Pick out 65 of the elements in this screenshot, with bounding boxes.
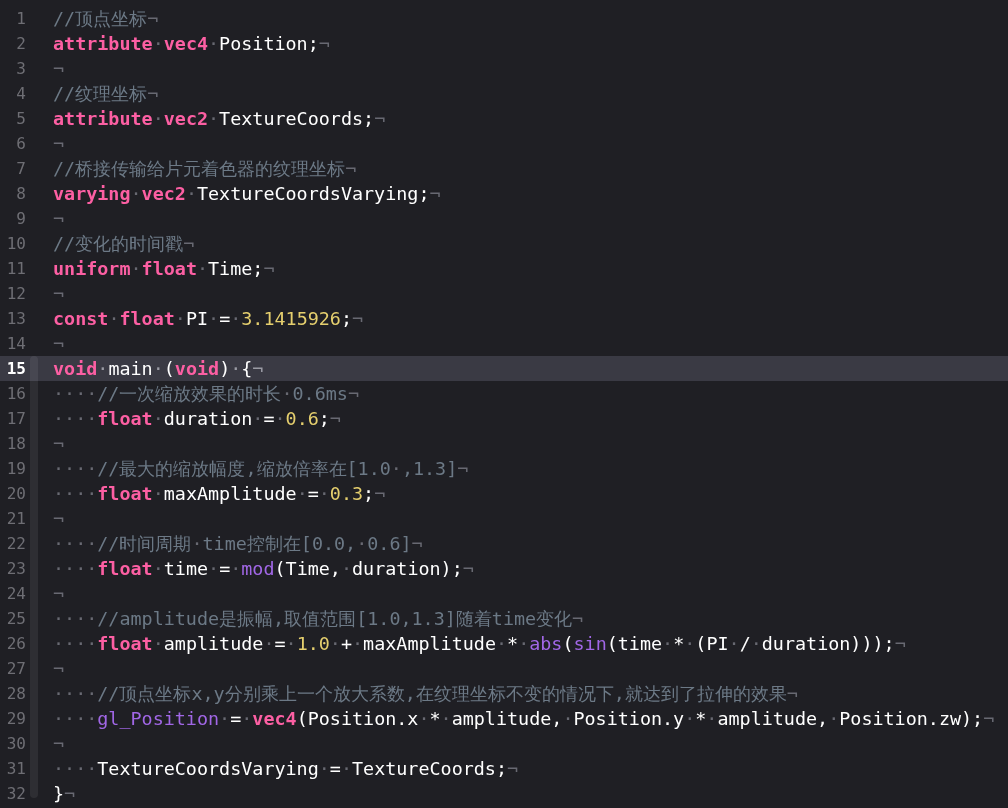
line-number: 19 — [5, 459, 26, 478]
line-number: 7 — [15, 159, 26, 178]
line-number: 31 — [5, 759, 26, 778]
line-number: 10 — [5, 234, 26, 253]
code-line: ¬ — [53, 583, 65, 604]
line-number: 3 — [15, 59, 26, 78]
code-line: ····float·maxAmplitude·=·0.3;¬ — [53, 483, 386, 504]
code-line: ¬ — [53, 433, 65, 454]
line-number: 8 — [15, 184, 26, 203]
code-line: ¬ — [53, 658, 65, 679]
code-line: ····float·duration·=·0.6;¬ — [53, 408, 341, 429]
line-number: 28 — [5, 684, 26, 703]
code-line: varying·vec2·TextureCoordsVarying;¬ — [53, 183, 441, 204]
code-line: ····//一次缩放效果的时长·0.6ms¬ — [53, 382, 359, 406]
code-line: ¬ — [53, 508, 65, 529]
line-number: 26 — [5, 634, 26, 653]
line-number: 16 — [5, 384, 26, 403]
line-number: 18 — [5, 434, 26, 453]
line-number: 1 — [15, 9, 26, 28]
code-line: attribute·vec2·TextureCoords;¬ — [53, 108, 386, 129]
code-line: //桥接传输给片元着色器的纹理坐标¬ — [53, 157, 357, 181]
code-line: ¬ — [53, 133, 65, 154]
line-number: 11 — [5, 259, 26, 278]
code-line: ····//时间周期·time控制在[0.0,·0.6]¬ — [53, 532, 423, 556]
code-line: //顶点坐标¬ — [53, 7, 159, 31]
line-number: 30 — [5, 734, 26, 753]
code-line: ····//amplitude是振幅,取值范围[1.0,1.3]随着time变化¬ — [53, 607, 584, 631]
code-line: ¬ — [53, 208, 65, 229]
line-number: 21 — [5, 509, 26, 528]
code-line: ····TextureCoordsVarying·=·TextureCoords;¬ — [53, 758, 519, 779]
line-number: 4 — [15, 84, 26, 103]
line-number: 24 — [5, 584, 26, 603]
code-line: ····//最大的缩放幅度,缩放倍率在[1.0·,1.3]¬ — [53, 457, 469, 481]
line-number: 2 — [15, 34, 26, 53]
line-number: 12 — [5, 284, 26, 303]
code-line: uniform·float·Time;¬ — [53, 258, 275, 279]
code-line: ····//顶点坐标x,y分别乘上一个放大系数,在纹理坐标不变的情况下,就达到了拉伸的效果¬ — [53, 682, 798, 706]
line-number: 6 — [15, 134, 26, 153]
line-number: 13 — [5, 309, 26, 328]
line-number: 22 — [5, 534, 26, 553]
line-number: 27 — [5, 659, 26, 678]
code-line: //变化的时间戳¬ — [53, 232, 195, 256]
line-number: 23 — [5, 559, 26, 578]
code-line: void·main·(void)·{¬ — [53, 358, 264, 379]
line-number: 32 — [5, 784, 26, 803]
code-line: ¬ — [53, 733, 65, 754]
line-number: 25 — [5, 609, 26, 628]
code-line: //纹理坐标¬ — [53, 82, 159, 106]
line-number: 5 — [15, 109, 26, 128]
code-line: attribute·vec4·Position;¬ — [53, 33, 330, 54]
line-number: 29 — [5, 709, 26, 728]
line-number: 17 — [5, 409, 26, 428]
code-line: ¬ — [53, 58, 65, 79]
code-line: ····float·time·=·mod(Time,·duration);¬ — [53, 558, 474, 579]
code-line: ····gl_Position·=·vec4(Position.x·*·amplitude,·Position.y·*·amplitude,·Position.zw);¬ — [53, 708, 995, 729]
code-line: ¬ — [53, 283, 65, 304]
line-number: 14 — [5, 334, 26, 353]
line-number: 9 — [15, 209, 26, 228]
code-line: }¬ — [53, 783, 76, 804]
line-number: 15 — [5, 359, 26, 378]
line-number: 20 — [5, 484, 26, 503]
code-line: ····float·amplitude·=·1.0·+·maxAmplitude·*·abs(sin(time·*·(PI·/·duration)));¬ — [53, 633, 906, 654]
code-line: ¬ — [53, 333, 65, 354]
fold-ribbon[interactable] — [30, 356, 38, 798]
code-line: const·float·PI·=·3.1415926;¬ — [53, 308, 364, 329]
